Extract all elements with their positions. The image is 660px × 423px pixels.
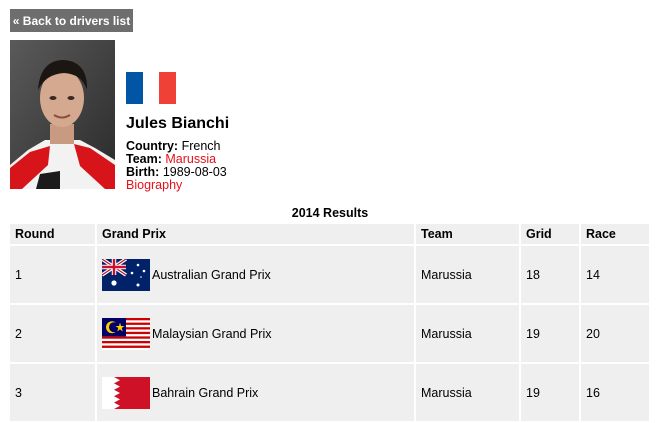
driver-photo — [10, 40, 115, 189]
grid-cell: 19 — [520, 304, 581, 364]
team-label: Team: — [126, 152, 162, 166]
grid-cell: 19 — [520, 363, 581, 423]
team-cell: Marussia — [415, 363, 521, 423]
column-header-team: Team — [415, 224, 521, 246]
race-cell: 20 — [580, 304, 651, 364]
birth-label: Birth: — [126, 165, 160, 179]
back-to-drivers-button[interactable]: « Back to drivers list — [10, 9, 133, 32]
birth-value: 1989-08-03 — [162, 165, 227, 179]
column-header-grand-prix: Grand Prix — [96, 224, 416, 246]
team-link[interactable]: Marussia — [165, 152, 216, 166]
driver-name: Jules Bianchi — [126, 115, 230, 132]
grand-prix-name: Bahrain Grand Prix — [152, 385, 259, 400]
australia-flag-icon — [102, 258, 150, 291]
table-row[interactable]: 3 Bahrain Grand Prix Marussia 19 16 — [10, 363, 651, 423]
race-cell: 14 — [580, 245, 651, 305]
grand-prix-name: Malaysian Grand Prix — [152, 326, 272, 341]
table-row[interactable]: 2 Malaysian Grand Prix Marussia 19 20 — [10, 304, 651, 364]
column-header-round: Round — [10, 224, 97, 246]
round-cell: 2 — [10, 304, 97, 364]
round-cell: 1 — [10, 245, 97, 305]
column-header-grid: Grid — [520, 224, 581, 246]
grand-prix-cell: Malaysian Grand Prix — [96, 304, 416, 364]
results-table: Round Grand Prix Team Grid Race 1 Austra… — [10, 224, 651, 423]
table-row[interactable]: 1 Australian Grand Prix Marussia 18 14 — [10, 245, 651, 305]
france-flag-icon — [126, 72, 177, 104]
grand-prix-cell: Australian Grand Prix — [96, 245, 416, 305]
country-value: French — [181, 139, 221, 153]
race-cell: 16 — [580, 363, 651, 423]
driver-portrait-image — [10, 40, 115, 189]
malaysia-flag-icon — [102, 317, 150, 350]
bahrain-flag-icon — [102, 376, 150, 409]
team-cell: Marussia — [415, 245, 521, 305]
table-header-row: Round Grand Prix Team Grid Race — [10, 224, 651, 246]
grand-prix-cell: Bahrain Grand Prix — [96, 363, 416, 423]
results-title: 2014 Results — [291, 206, 369, 220]
team-cell: Marussia — [415, 304, 521, 364]
round-cell: 3 — [10, 363, 97, 423]
grid-cell: 18 — [520, 245, 581, 305]
grand-prix-name: Australian Grand Prix — [152, 267, 271, 282]
country-label: Country: — [126, 139, 179, 153]
biography-link[interactable]: Biography — [126, 179, 182, 192]
column-header-race: Race — [580, 224, 651, 246]
